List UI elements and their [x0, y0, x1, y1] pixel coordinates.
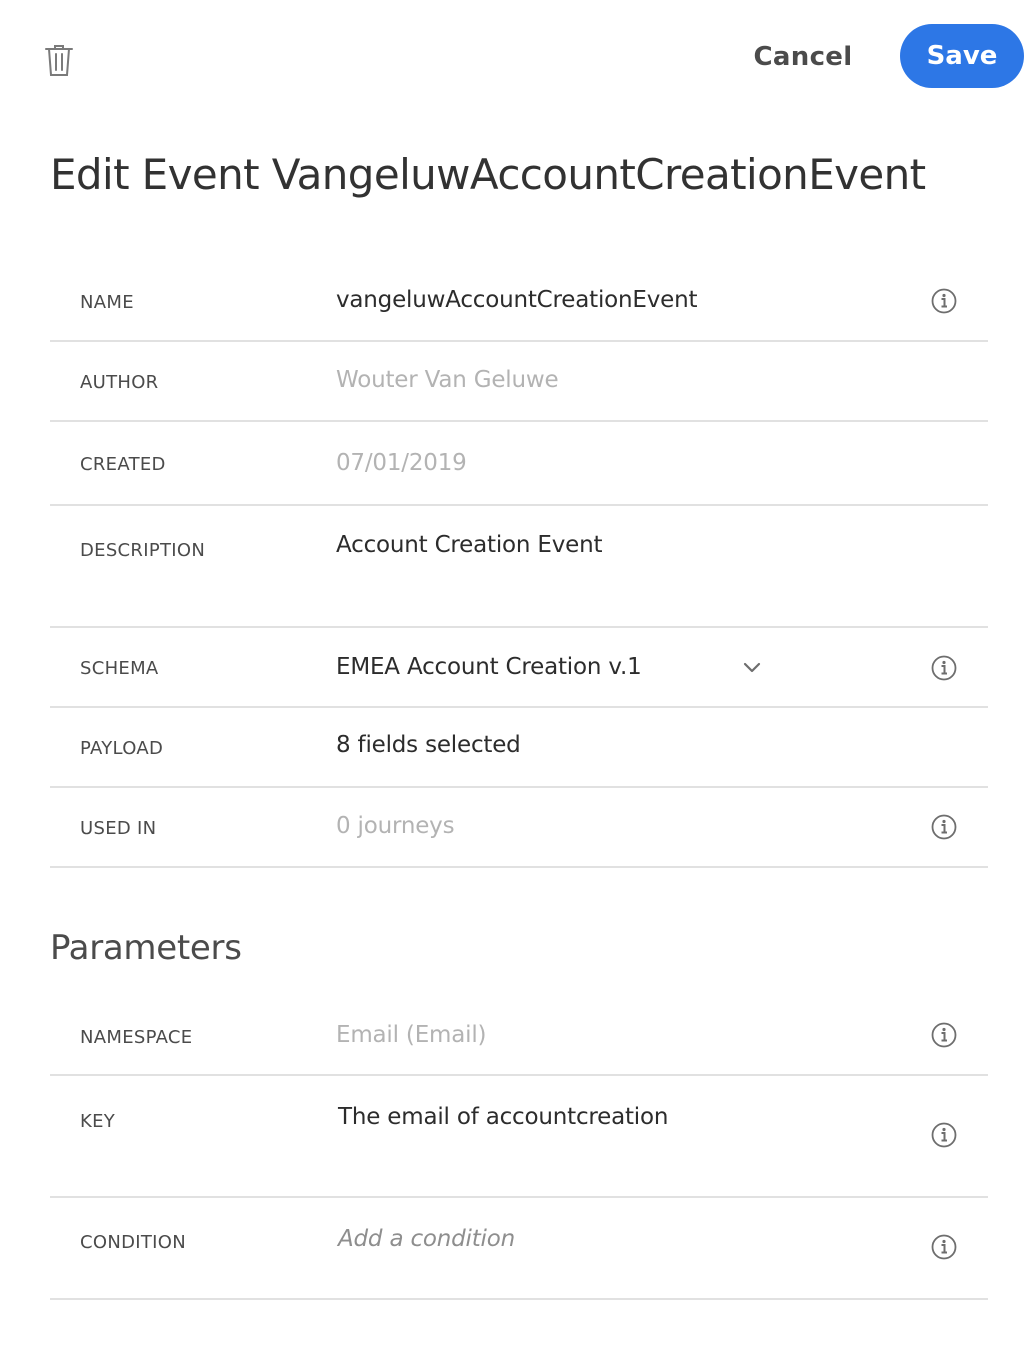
description-input[interactable]: Account Creation Event	[336, 532, 602, 558]
field-label-used-in: USED IN	[80, 818, 157, 839]
schema-select[interactable]: EMEA Account Creation v.1	[336, 654, 642, 680]
field-label-payload: PAYLOAD	[80, 738, 164, 759]
payload-link[interactable]: 8 fields selected	[336, 732, 521, 758]
save-button[interactable]: Save	[900, 24, 1024, 88]
used-in-value: 0 journeys	[336, 813, 455, 839]
key-input[interactable]: The email of accountcreation	[338, 1104, 668, 1130]
field-label-description: DESCRIPTION	[80, 540, 206, 561]
field-row-namespace: NAMESPACE Email (Email)	[50, 996, 988, 1076]
created-value: 07/01/2019	[336, 450, 467, 476]
namespace-select[interactable]: Email (Email)	[336, 1022, 486, 1048]
field-row-description: DESCRIPTION Account Creation Event	[50, 506, 988, 628]
info-icon[interactable]	[931, 288, 957, 314]
divider	[50, 1298, 988, 1300]
field-row-schema: SCHEMA EMEA Account Creation v.1	[50, 628, 988, 708]
field-label-schema: SCHEMA	[80, 658, 159, 679]
info-icon[interactable]	[931, 814, 957, 840]
author-value: Wouter Van Geluwe	[336, 367, 559, 393]
field-row-condition: CONDITION Add a condition	[50, 1198, 988, 1300]
field-row-key: KEY The email of accountcreation	[50, 1076, 988, 1198]
field-row-name: NAME vangeluwAccountCreationEvent	[50, 262, 988, 342]
info-icon[interactable]	[931, 655, 957, 681]
field-label-author: AUTHOR	[80, 372, 159, 393]
field-row-payload: PAYLOAD 8 fields selected	[50, 708, 988, 788]
info-icon[interactable]	[931, 1122, 957, 1148]
chevron-down-icon[interactable]	[742, 662, 762, 674]
cancel-button[interactable]: Cancel	[744, 30, 862, 84]
field-row-created: CREATED 07/01/2019	[50, 422, 988, 506]
field-row-author: AUTHOR Wouter Van Geluwe	[50, 342, 988, 422]
field-label-name: NAME	[80, 292, 134, 313]
name-input[interactable]: vangeluwAccountCreationEvent	[336, 287, 697, 313]
field-label-created: CREATED	[80, 454, 166, 475]
field-row-used-in: USED IN 0 journeys	[50, 788, 988, 868]
trash-icon[interactable]	[44, 43, 74, 77]
field-label-key: KEY	[80, 1111, 116, 1132]
info-icon[interactable]	[931, 1234, 957, 1260]
parameters-heading: Parameters	[50, 928, 242, 968]
add-condition-link[interactable]: Add a condition	[338, 1226, 515, 1252]
divider	[50, 866, 988, 868]
field-label-condition: CONDITION	[80, 1232, 187, 1253]
field-label-namespace: NAMESPACE	[80, 1027, 193, 1048]
page-title: Edit Event VangeluwAccountCreationEvent	[50, 150, 926, 199]
info-icon[interactable]	[931, 1022, 957, 1048]
